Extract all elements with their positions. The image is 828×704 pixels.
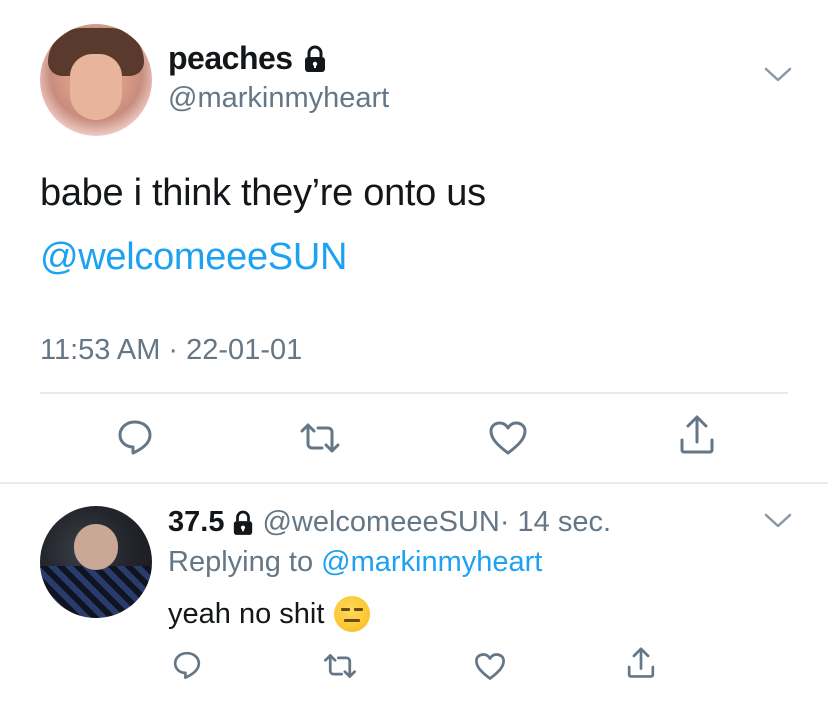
reply-icon[interactable]: [172, 650, 202, 685]
reply-text-row: yeah no shit: [168, 596, 371, 632]
tweet-text: babe i think they’re onto us: [40, 172, 486, 214]
tweet-timestamp[interactable]: 11:53 AM · 22-01-01: [40, 334, 302, 367]
lock-icon: [303, 45, 327, 73]
retweet-icon[interactable]: [322, 653, 358, 684]
reply-author-row: 37.5 @welcomeeeSUN · 14 sec.: [168, 506, 611, 539]
retweet-icon[interactable]: [298, 422, 342, 459]
tweet-author-row: peaches: [168, 40, 327, 77]
reply-text: yeah no shit: [168, 597, 325, 630]
chevron-down-icon[interactable]: [764, 512, 792, 535]
replying-to: Replying to @markinmyheart: [168, 546, 542, 579]
avatar[interactable]: [40, 24, 152, 136]
heart-icon[interactable]: [488, 420, 528, 461]
avatar-face: [70, 54, 122, 120]
share-icon[interactable]: [678, 414, 716, 461]
avatar-face: [74, 524, 118, 570]
share-icon[interactable]: [626, 646, 656, 685]
heart-icon[interactable]: [474, 652, 506, 686]
divider: [40, 392, 788, 394]
display-name[interactable]: 37.5: [168, 506, 224, 539]
avatar[interactable]: [40, 506, 152, 618]
chevron-down-icon[interactable]: [764, 66, 792, 89]
author-handle[interactable]: @welcomeeeSUN: [262, 506, 499, 539]
replying-to-link[interactable]: @markinmyheart: [321, 546, 542, 578]
replying-to-label: Replying to: [168, 546, 322, 578]
reply-icon[interactable]: [116, 418, 154, 461]
display-name[interactable]: peaches: [168, 40, 293, 77]
reply-time: · 14 sec.: [499, 506, 612, 538]
expressionless-face-emoji: [334, 596, 371, 632]
divider: [0, 482, 828, 484]
lock-icon: [232, 510, 254, 536]
tweet-mention-link[interactable]: @welcomeeeSUN: [40, 236, 347, 279]
avatar-shirt: [40, 566, 152, 618]
author-handle[interactable]: @markinmyheart: [168, 82, 389, 115]
